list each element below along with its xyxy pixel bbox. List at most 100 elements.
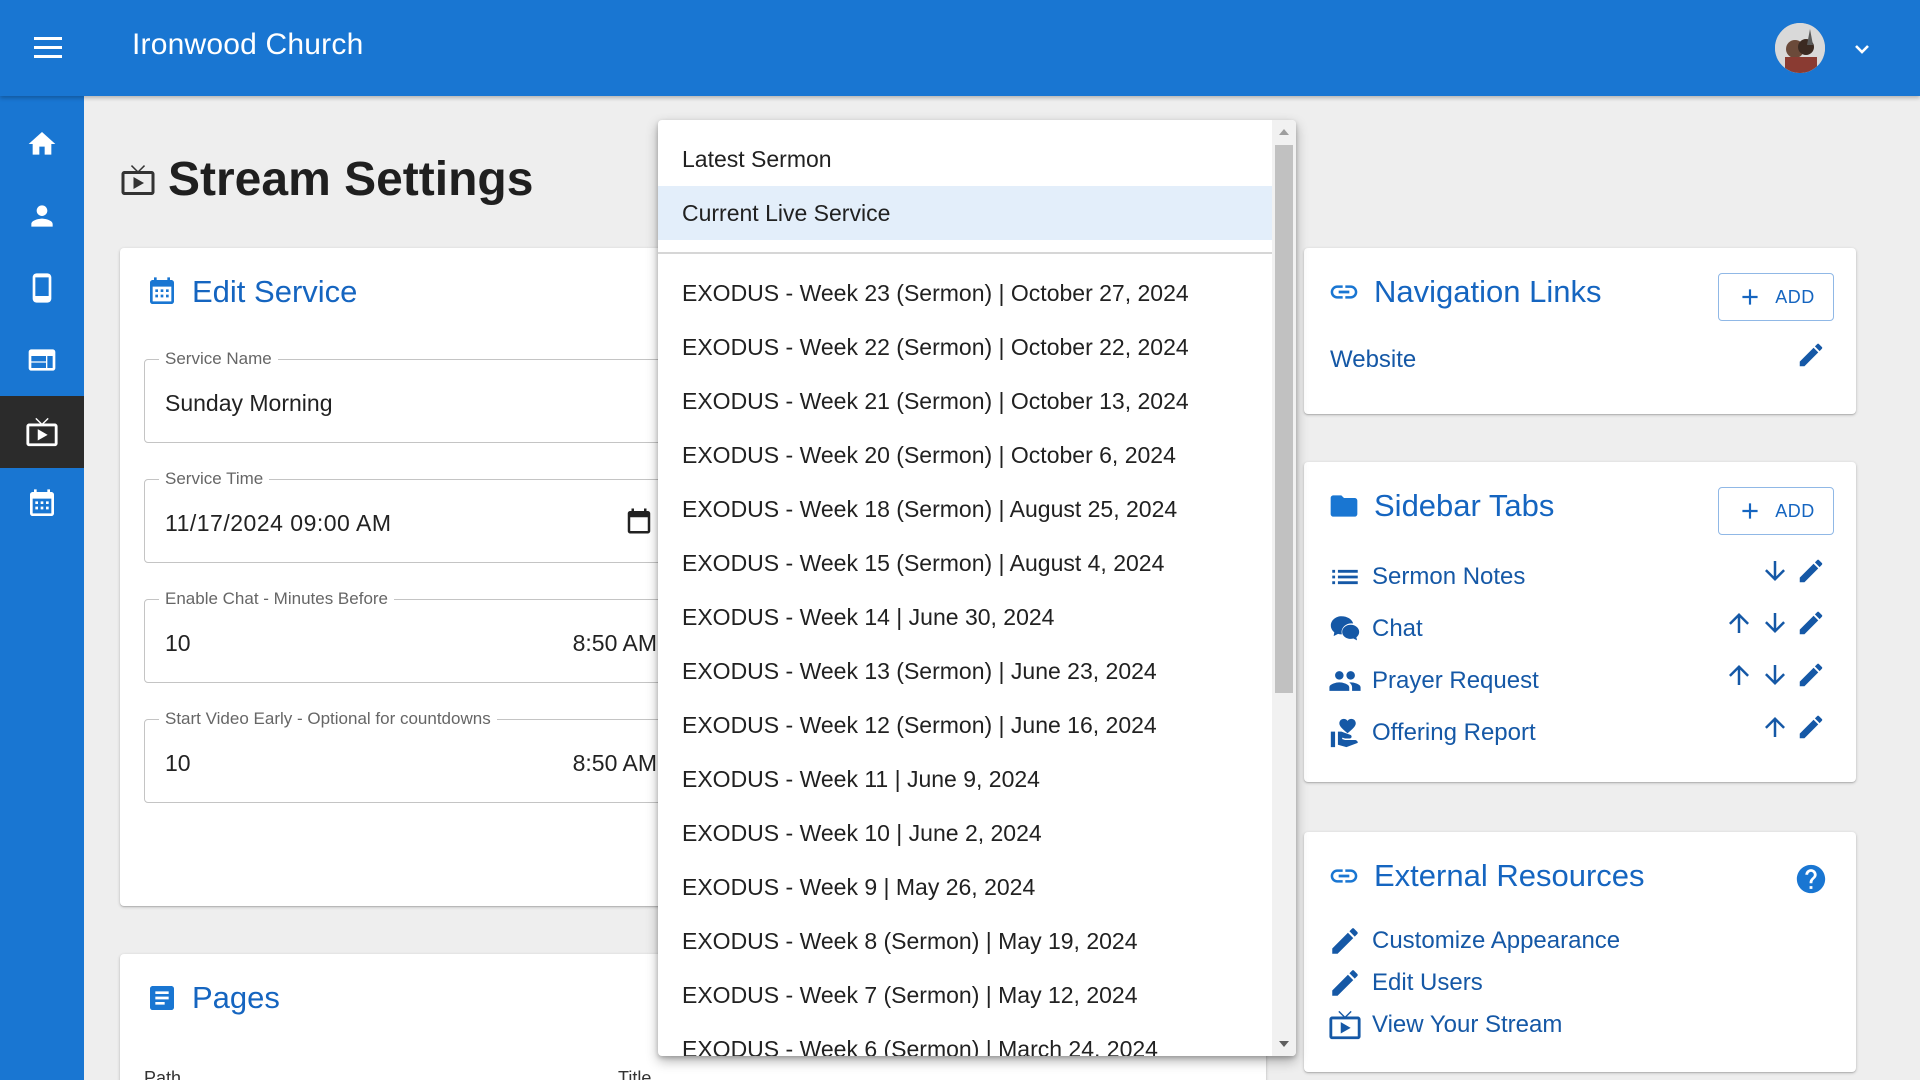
calendar-picker-icon[interactable]: [624, 506, 654, 536]
option-sermon[interactable]: EXODUS - Week 22 (Sermon) | October 22, …: [658, 320, 1272, 374]
hand-heart-icon: [1330, 718, 1358, 748]
plus-icon: [1742, 289, 1758, 305]
scrollbar-thumb[interactable]: [1275, 145, 1293, 693]
arrow-down-icon[interactable]: [1760, 556, 1790, 586]
arrow-down-icon[interactable]: [1760, 660, 1790, 690]
sidebar-tab-sermon-notes[interactable]: Sermon Notes: [1328, 560, 1525, 594]
sidebar-tab-offering-report[interactable]: Offering Report: [1328, 716, 1536, 750]
computed-time: 8:50 AM: [572, 750, 657, 776]
field-value: 10: [165, 630, 191, 656]
pages-title: Pages: [192, 980, 280, 1015]
sidebar-tabs-card: Sidebar Tabs ADD Sermon Notes Chat Praye…: [1304, 462, 1856, 782]
edit-pencil-icon[interactable]: [1796, 340, 1826, 370]
option-sermon[interactable]: EXODUS - Week 14 | June 30, 2024: [658, 590, 1272, 644]
add-sidebar-tab-button[interactable]: ADD: [1718, 487, 1834, 535]
option-sermon[interactable]: EXODUS - Week 12 (Sermon) | June 16, 202…: [658, 698, 1272, 752]
arrow-up-icon[interactable]: [1760, 712, 1790, 742]
option-sermon[interactable]: EXODUS - Week 21 (Sermon) | October 13, …: [658, 374, 1272, 428]
edit-service-title: Edit Service: [192, 274, 358, 309]
external-resources-header: External Resources: [1328, 858, 1645, 894]
external-resources-title: External Resources: [1374, 858, 1645, 893]
scroll-up-arrow-icon[interactable]: [1278, 127, 1290, 137]
home-icon: [28, 132, 56, 155]
column-header-path: Path: [144, 1068, 182, 1080]
option-sermon[interactable]: EXODUS - Week 6 (Sermon) | March 24, 202…: [658, 1022, 1272, 1057]
live-tv-icon: [26, 417, 58, 447]
option-sermon[interactable]: EXODUS - Week 18 (Sermon) | August 25, 2…: [658, 482, 1272, 536]
app-bar: Ironwood Church: [0, 0, 1920, 96]
nav-website[interactable]: [0, 324, 84, 396]
navigation-links-title: Navigation Links: [1374, 274, 1602, 309]
option-sermon[interactable]: EXODUS - Week 8 (Sermon) | May 19, 2024: [658, 914, 1272, 968]
live-tv-icon: [1329, 1010, 1361, 1040]
menu-divider: [658, 252, 1272, 254]
edit-pencil-icon[interactable]: [1796, 608, 1826, 638]
article-icon: [150, 986, 174, 1010]
chat-minutes-field[interactable]: Enable Chat - Minutes Before 10 8:50 AM: [144, 589, 668, 683]
column-header-title: Title: [618, 1068, 652, 1080]
edit-pencil-icon[interactable]: [1796, 556, 1826, 586]
pages-header: Pages: [146, 980, 280, 1016]
link-label: Website: [1330, 346, 1417, 373]
option-sermon[interactable]: EXODUS - Week 13 (Sermon) | June 23, 202…: [658, 644, 1272, 698]
computed-time: 8:50 AM: [572, 630, 657, 656]
external-link-edit-users[interactable]: Edit Users: [1328, 966, 1483, 1000]
field-label: Enable Chat - Minutes Before: [159, 589, 395, 609]
page-heading: Stream Settings: [120, 152, 533, 207]
nav-calendar[interactable]: [0, 468, 84, 540]
field-label: Start Video Early - Optional for countdo…: [159, 709, 497, 729]
tab-label: Offering Report: [1372, 719, 1536, 746]
external-link-customize-appearance[interactable]: Customize Appearance: [1328, 924, 1620, 958]
navigation-links-card: Navigation Links ADD Website: [1304, 248, 1856, 414]
chat-bubbles-icon: [1330, 616, 1360, 641]
sidebar-tabs-title: Sidebar Tabs: [1374, 488, 1555, 523]
option-sermon[interactable]: EXODUS - Week 7 (Sermon) | May 12, 2024: [658, 968, 1272, 1022]
tab-label: Chat: [1372, 615, 1423, 642]
video-early-field[interactable]: Start Video Early - Optional for countdo…: [144, 709, 668, 803]
nav-people[interactable]: [0, 180, 84, 252]
option-latest-sermon[interactable]: Latest Sermon: [658, 132, 1272, 186]
nav-mobile[interactable]: [0, 252, 84, 324]
resource-label: Edit Users: [1372, 969, 1483, 996]
option-sermon[interactable]: EXODUS - Week 10 | June 2, 2024: [658, 806, 1272, 860]
arrow-down-icon[interactable]: [1760, 608, 1790, 638]
edit-pencil-icon[interactable]: [1796, 660, 1826, 690]
user-avatar[interactable]: [1775, 23, 1825, 73]
sidebar-tab-chat[interactable]: Chat: [1328, 612, 1423, 646]
dropdown-scrollbar[interactable]: [1272, 120, 1296, 1056]
pencil-icon: [1332, 970, 1358, 996]
option-current-live-service[interactable]: Current Live Service: [658, 186, 1272, 240]
hamburger-menu-icon[interactable]: [28, 30, 68, 66]
app-title: Ironwood Church: [132, 28, 364, 61]
option-sermon[interactable]: EXODUS - Week 9 | May 26, 2024: [658, 860, 1272, 914]
link-icon: [1330, 285, 1358, 299]
sidebar-tab-prayer-request[interactable]: Prayer Request: [1328, 664, 1539, 698]
nav-stream[interactable]: [0, 396, 84, 468]
edit-pencil-icon[interactable]: [1796, 712, 1826, 742]
add-label: ADD: [1775, 286, 1815, 307]
arrow-up-icon[interactable]: [1724, 608, 1754, 638]
help-icon[interactable]: [1794, 862, 1828, 896]
external-link-view-stream[interactable]: View Your Stream: [1328, 1008, 1562, 1042]
scroll-down-arrow-icon[interactable]: [1278, 1039, 1290, 1049]
edit-service-header: Edit Service: [146, 274, 357, 310]
add-navigation-link-button[interactable]: ADD: [1718, 273, 1834, 321]
option-sermon[interactable]: EXODUS - Week 20 (Sermon) | October 6, 2…: [658, 428, 1272, 482]
sidebar-tabs-header: Sidebar Tabs: [1328, 488, 1554, 524]
resource-label: View Your Stream: [1372, 1011, 1563, 1038]
tab-label: Prayer Request: [1372, 667, 1539, 694]
field-value: 10: [165, 750, 191, 776]
option-sermon[interactable]: EXODUS - Week 23 (Sermon) | October 27, …: [658, 266, 1272, 320]
phone-icon: [32, 273, 52, 303]
nav-home[interactable]: [0, 108, 84, 180]
option-sermon[interactable]: EXODUS - Week 11 | June 9, 2024: [658, 752, 1272, 806]
arrow-up-icon[interactable]: [1724, 660, 1754, 690]
field-label: Service Name: [159, 349, 278, 369]
chevron-down-icon[interactable]: [1848, 35, 1876, 63]
calendar-icon: [30, 489, 54, 516]
web-icon: [28, 349, 56, 371]
option-sermon[interactable]: EXODUS - Week 15 (Sermon) | August 4, 20…: [658, 536, 1272, 590]
add-label: ADD: [1775, 500, 1815, 521]
navigation-link-website[interactable]: Website: [1330, 346, 1416, 374]
pencil-icon: [1332, 928, 1358, 954]
